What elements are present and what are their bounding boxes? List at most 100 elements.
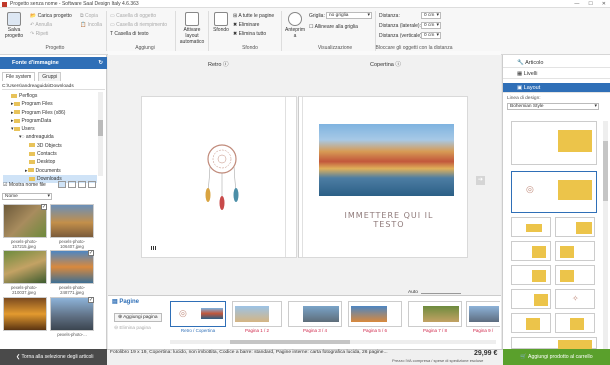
grid-select[interactable]: no griglia bbox=[326, 12, 372, 19]
align-grid-checkbox[interactable]: ☐ Allineare alla griglia bbox=[309, 24, 358, 30]
tree-item[interactable]: Contacts bbox=[3, 150, 97, 158]
layout-swatch bbox=[532, 270, 546, 282]
add-page-button[interactable]: ⊕ Aggiungi pagina bbox=[114, 313, 162, 322]
page-thumb[interactable] bbox=[408, 301, 462, 327]
delete-background-button[interactable]: ✖ Eliminare bbox=[233, 22, 259, 28]
view-mode-buttons bbox=[58, 181, 96, 188]
tab-layout[interactable]: ▣ Layout bbox=[503, 83, 610, 93]
layout-option[interactable] bbox=[555, 217, 595, 237]
tree-item[interactable]: ▾◌ andreaguida bbox=[3, 133, 97, 141]
auto-layout-button[interactable]: Attivare layout automatico bbox=[177, 12, 207, 45]
cover-photo[interactable] bbox=[319, 124, 454, 196]
distance-vertical-field[interactable]: 0 cm bbox=[421, 32, 441, 39]
group-project-label: Progetto bbox=[45, 45, 65, 51]
delete-all-button[interactable]: ✖ Elimina tutto bbox=[233, 31, 266, 37]
preview-button[interactable]: Anteprim a bbox=[284, 12, 306, 39]
layout-swatch bbox=[532, 246, 546, 258]
tab-groups[interactable]: Gruppi bbox=[38, 72, 62, 81]
page-label: Pagina 5 / 6 bbox=[362, 328, 388, 333]
back-cover-page[interactable] bbox=[141, 96, 297, 258]
save-button[interactable]: Salva progetto bbox=[3, 12, 25, 39]
front-cover-page[interactable]: IMMETTERE QUI IL TESTO bbox=[298, 96, 468, 258]
layout-option[interactable] bbox=[511, 337, 597, 350]
back-to-articles-button[interactable]: ❮ Torna alla selezione degli articoli bbox=[0, 349, 107, 365]
page-thumb-photo bbox=[423, 306, 459, 322]
layout-option[interactable] bbox=[555, 313, 595, 333]
paste-button[interactable]: 📋 Incolla bbox=[80, 22, 102, 28]
dreamcatcher-image[interactable] bbox=[198, 143, 246, 211]
load-button[interactable]: 📂 Carica progetto bbox=[30, 13, 72, 19]
window-title: Progetto senza nome - Software Saal Desi… bbox=[10, 1, 139, 7]
list-view-icon[interactable] bbox=[88, 181, 96, 188]
tab-file-system[interactable]: File system bbox=[2, 72, 36, 81]
sort-select[interactable]: Nome bbox=[2, 193, 52, 200]
tree-item[interactable]: ▾ Users bbox=[3, 125, 97, 133]
close-button[interactable]: ✕ bbox=[602, 0, 606, 8]
layout-option[interactable] bbox=[511, 121, 597, 165]
add-text-box-button[interactable]: T Casella di testo bbox=[110, 31, 149, 37]
copy-button[interactable]: ⧉ Copia bbox=[80, 13, 98, 19]
page-thumb-photo bbox=[351, 306, 387, 322]
scroll-thumb[interactable] bbox=[230, 340, 350, 344]
add-fill-box-button[interactable]: ▭ Casella di riempimento bbox=[110, 22, 167, 28]
design-line-select[interactable]: Bohemian Style bbox=[507, 103, 599, 110]
wrench-icon: 🔧 bbox=[517, 60, 524, 66]
layout-option[interactable] bbox=[511, 217, 551, 237]
layout-option[interactable] bbox=[511, 241, 551, 261]
scroll-thumb[interactable] bbox=[603, 141, 608, 201]
tab-article[interactable]: 🔧 Articolo bbox=[503, 58, 610, 68]
divider bbox=[106, 11, 107, 51]
show-names-checkbox[interactable]: ☑ Mostra nome file bbox=[3, 182, 46, 188]
layout-swatch bbox=[560, 270, 574, 282]
cover-text-box[interactable]: IMMETTERE QUI IL TESTO bbox=[334, 211, 444, 229]
layout-option[interactable] bbox=[511, 289, 551, 309]
distance-side-label: Distanza (laterale): bbox=[379, 23, 421, 29]
tree-item[interactable]: ▸ Program Files bbox=[3, 100, 97, 108]
page-thumb[interactable] bbox=[232, 301, 282, 327]
layout-option[interactable] bbox=[511, 265, 551, 285]
next-spread-arrow[interactable]: ➔ bbox=[476, 176, 485, 185]
strip-scrollbar[interactable] bbox=[170, 340, 496, 344]
price: 29,99 € bbox=[474, 350, 498, 357]
layout-option[interactable]: ✧ bbox=[555, 289, 595, 309]
layout-option[interactable] bbox=[555, 265, 595, 285]
distance-field[interactable]: 0 cm bbox=[421, 12, 441, 19]
photo-thumbnail[interactable] bbox=[50, 204, 94, 238]
tab-layers[interactable]: ▦ Livelli bbox=[503, 69, 610, 79]
large-grid-icon[interactable] bbox=[68, 181, 76, 188]
delete-page-button[interactable]: ⊖ Elimina pagina bbox=[114, 326, 151, 331]
scroll-thumb[interactable] bbox=[98, 120, 103, 136]
layers-icon: ▦ bbox=[517, 71, 523, 77]
medium-grid-icon[interactable] bbox=[78, 181, 86, 188]
grid-view-icon[interactable] bbox=[58, 181, 66, 188]
add-object-box-button[interactable]: ▭ Casella di oggetto bbox=[110, 13, 156, 19]
minimize-button[interactable]: — bbox=[574, 0, 579, 8]
page-thumb[interactable] bbox=[348, 301, 402, 327]
page-thumb[interactable] bbox=[466, 301, 500, 327]
tree-item[interactable]: ▸ Documents bbox=[3, 167, 97, 175]
layout-option[interactable] bbox=[511, 313, 551, 333]
redo-button[interactable]: ↷ Ripeti bbox=[30, 31, 48, 37]
distance-side-field[interactable]: 0 cm bbox=[421, 22, 441, 29]
tree-item[interactable]: Perflogs bbox=[3, 92, 97, 100]
layout-option-selected[interactable]: ◎ bbox=[511, 171, 597, 213]
page-thumb-cover[interactable]: ◎ bbox=[170, 301, 226, 327]
page-thumb-photo bbox=[303, 306, 339, 322]
undo-button[interactable]: ↶ Annulla bbox=[30, 22, 52, 28]
tree-item[interactable]: 3D Objects bbox=[3, 142, 97, 150]
tree-scrollbar[interactable] bbox=[98, 92, 103, 176]
layout-scrollbar[interactable] bbox=[603, 121, 608, 349]
apply-all-pages-button[interactable]: ⊞ A tutte le pagine bbox=[233, 13, 274, 19]
add-to-cart-button[interactable]: 🛒 Aggiungi prodotto al carrello bbox=[503, 349, 610, 365]
tree-item[interactable]: Desktop bbox=[3, 158, 97, 166]
background-button[interactable]: Sfondo bbox=[211, 12, 231, 33]
refresh-icon[interactable]: ↻ bbox=[98, 57, 103, 69]
photo-thumbnail[interactable] bbox=[3, 250, 47, 284]
layout-option[interactable] bbox=[555, 241, 595, 261]
tree-item[interactable]: ▸ Program Files (x86) bbox=[3, 109, 97, 117]
tree-item[interactable]: ▸ ProgramData bbox=[3, 117, 97, 125]
maximize-button[interactable]: ☐ bbox=[588, 0, 592, 8]
zoom-slider[interactable] bbox=[420, 293, 461, 294]
page-thumb[interactable] bbox=[288, 301, 342, 327]
photo-thumbnail[interactable] bbox=[3, 297, 47, 331]
